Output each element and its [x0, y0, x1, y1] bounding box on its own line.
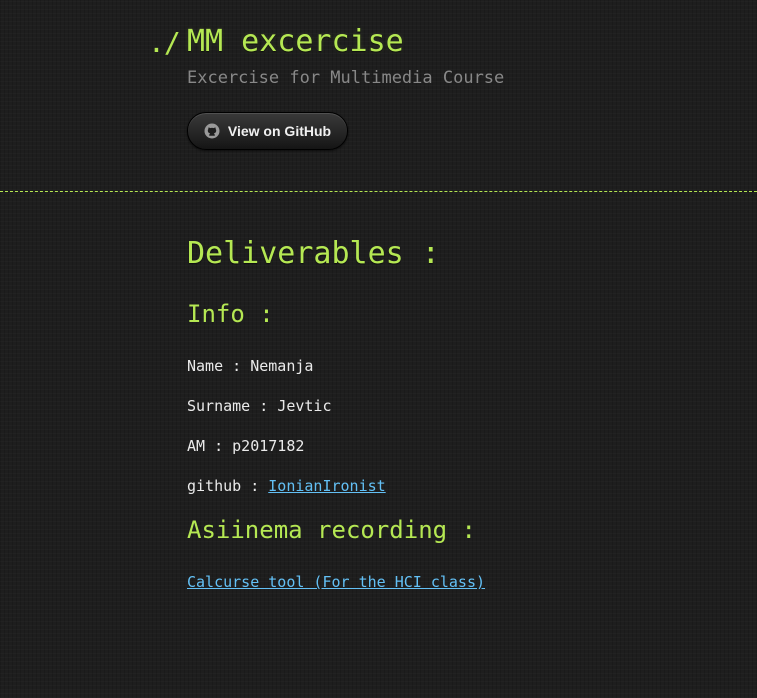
info-heading: Info :: [187, 300, 274, 328]
surname-value: Jevtic: [277, 397, 332, 415]
surname-field: Surname : Jevtic: [187, 396, 332, 416]
surname-label: Surname :: [187, 397, 278, 415]
prompt-symbol: ./: [148, 26, 181, 59]
github-button-label: View on GitHub: [227, 123, 332, 139]
github-field: github : IonianIronist: [187, 476, 386, 496]
site-header: ./ MM excercise Excercise for Multimedia…: [0, 0, 757, 192]
name-value: Nemanja: [250, 357, 314, 375]
am-field: AM : p2017182: [187, 436, 304, 456]
github-label: github :: [187, 477, 269, 495]
am-value: p2017182: [232, 437, 305, 455]
site-subtitle: Excercise for Multimedia Course: [187, 68, 505, 88]
name-label: Name :: [187, 357, 251, 375]
github-icon: [204, 123, 220, 139]
github-profile-link[interactable]: IonianIronist: [268, 477, 385, 495]
calcurse-recording-link[interactable]: Calcurse tool (For the HCI class): [187, 572, 485, 592]
am-label: AM :: [187, 437, 233, 455]
deliverables-heading: Deliverables :: [187, 236, 440, 271]
site-title[interactable]: MM excercise: [187, 25, 404, 59]
view-on-github-button[interactable]: View on GitHub: [187, 112, 348, 150]
name-field: Name : Nemanja: [187, 356, 313, 376]
recording-heading: Asiinema recording :: [187, 516, 476, 544]
